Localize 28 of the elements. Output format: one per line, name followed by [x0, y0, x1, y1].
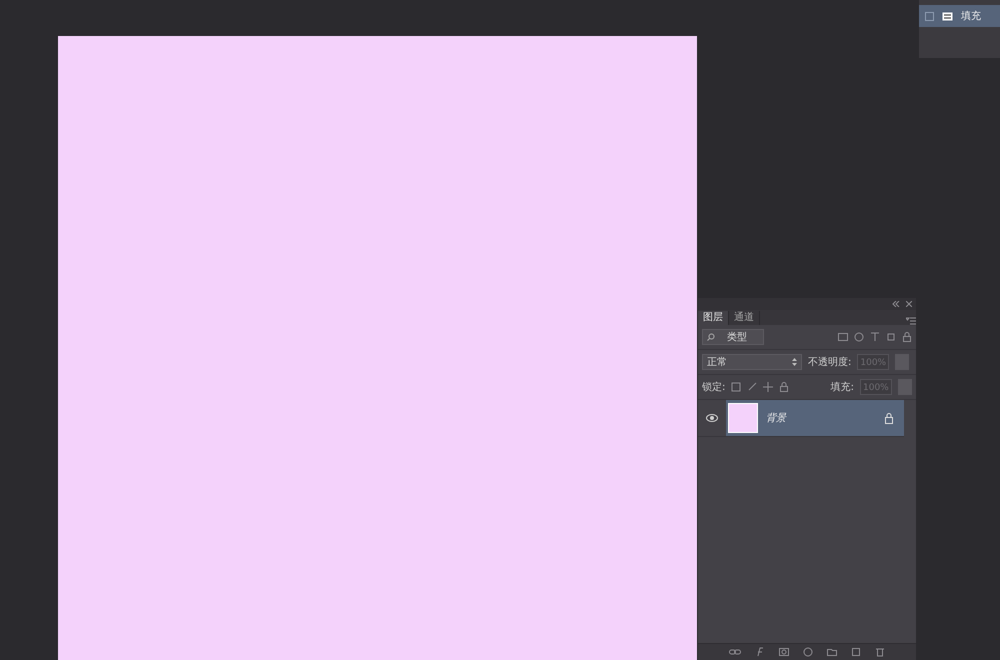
layer-thumbnail [728, 403, 758, 433]
fx-icon[interactable] [755, 647, 765, 657]
fill-label: 填充: [830, 380, 854, 394]
lock-icon[interactable] [902, 332, 912, 342]
checkbox-icon[interactable] [925, 12, 934, 20]
opacity-label: 不透明度: [808, 356, 852, 369]
filter-dropdown[interactable]: 类型 [702, 329, 764, 345]
brush-icon[interactable] [747, 382, 758, 392]
text-icon[interactable] [870, 332, 880, 342]
close-icon[interactable] [906, 301, 912, 307]
blend-mode-dropdown[interactable]: 正常 [702, 354, 802, 370]
folder-icon[interactable] [827, 647, 837, 657]
eye-icon[interactable] [706, 414, 718, 422]
lock-icon[interactable] [779, 382, 790, 392]
menu-icon[interactable] [906, 317, 916, 325]
link-icon[interactable] [729, 647, 741, 657]
layer-row[interactable]: 背景 [698, 400, 904, 437]
panel-tab[interactable]: 图层 [698, 311, 729, 325]
lock-label: 锁定: [702, 380, 726, 394]
search-icon [707, 333, 715, 341]
fill-layer-icon [942, 12, 953, 20]
stepper-icon [792, 358, 797, 366]
trash-icon[interactable] [875, 647, 885, 657]
layer-name: 背景 [766, 412, 788, 425]
fill-label: 填充 [961, 10, 981, 23]
move-icon[interactable] [763, 382, 774, 392]
collapse-icon[interactable] [892, 301, 900, 307]
mask-icon[interactable] [779, 647, 789, 657]
